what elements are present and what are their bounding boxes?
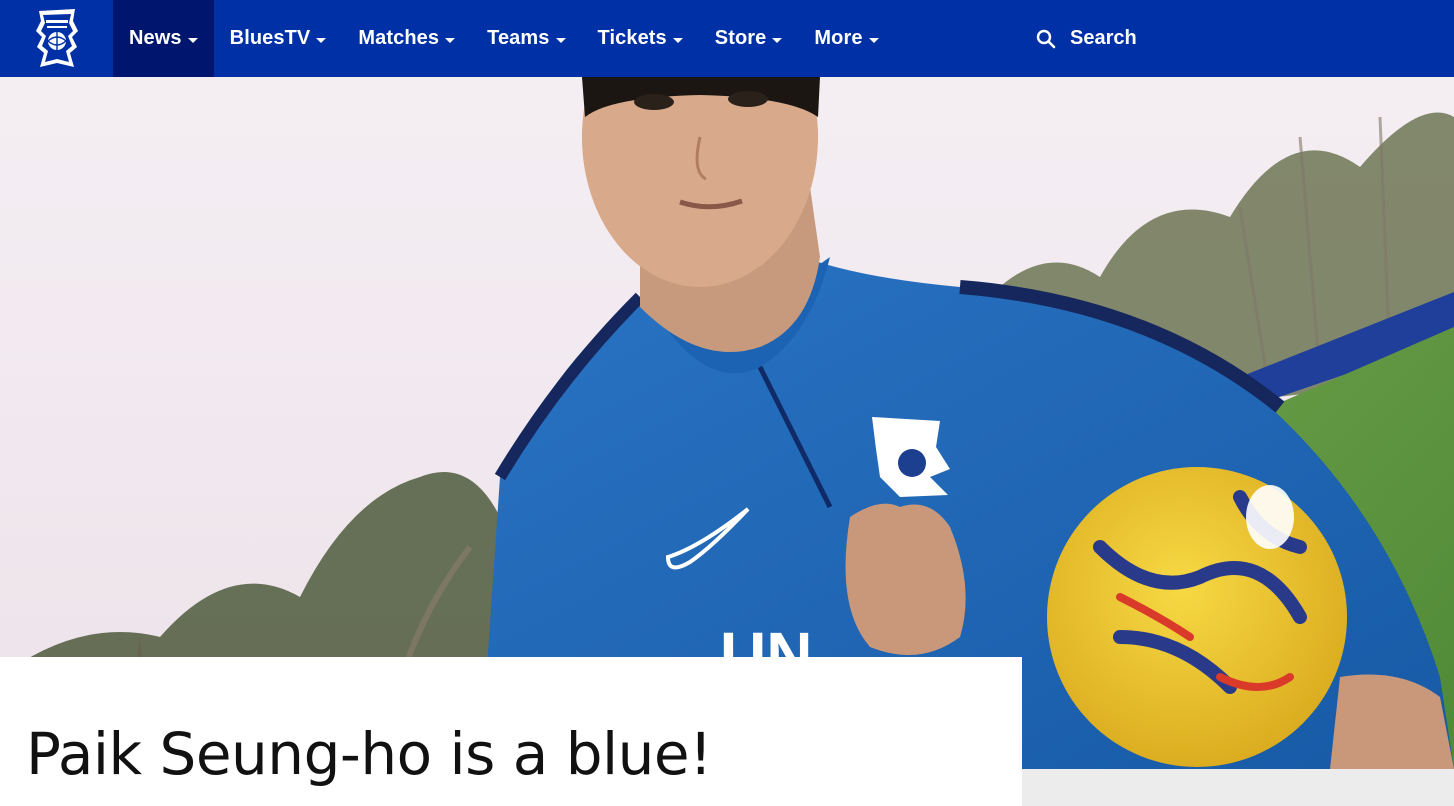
primary-nav: News BluesTV Matches Teams Tickets Store More xyxy=(113,0,895,77)
search-label: Search xyxy=(1070,27,1137,49)
nav-item-tickets[interactable]: Tickets xyxy=(582,0,699,77)
nav-item-label: More xyxy=(814,27,863,49)
chevron-down-icon xyxy=(187,37,198,43)
search-icon xyxy=(1036,29,1056,48)
nav-item-label: BluesTV xyxy=(229,27,311,49)
headline-card: Paik Seung-ho is a blue! xyxy=(0,657,1022,806)
nav-item-label: Teams xyxy=(487,27,550,49)
chevron-down-icon xyxy=(445,37,456,43)
chevron-down-icon xyxy=(672,37,683,43)
chevron-down-icon xyxy=(555,37,566,43)
nav-item-news[interactable]: News xyxy=(113,0,214,77)
crest-icon xyxy=(35,8,78,67)
nav-item-bluestv[interactable]: BluesTV xyxy=(214,0,343,77)
nav-item-teams[interactable]: Teams xyxy=(471,0,581,77)
nav-item-label: Store xyxy=(714,27,767,49)
nav-item-store[interactable]: Store xyxy=(699,0,799,77)
nav-item-label: Tickets xyxy=(597,27,667,49)
nav-item-more[interactable]: More xyxy=(798,0,894,77)
article-headline[interactable]: Paik Seung-ho is a blue! xyxy=(26,720,712,788)
chevron-down-icon xyxy=(868,37,879,43)
nav-item-matches[interactable]: Matches xyxy=(342,0,471,77)
main-navbar: News BluesTV Matches Teams Tickets Store More … xyxy=(0,0,1454,77)
nav-item-label: Matches xyxy=(358,27,440,49)
chevron-down-icon xyxy=(316,37,327,43)
search-button[interactable]: Search xyxy=(1036,0,1137,77)
chevron-down-icon xyxy=(772,37,783,43)
nav-item-label: News xyxy=(129,27,182,49)
club-crest-logo[interactable] xyxy=(0,0,113,77)
